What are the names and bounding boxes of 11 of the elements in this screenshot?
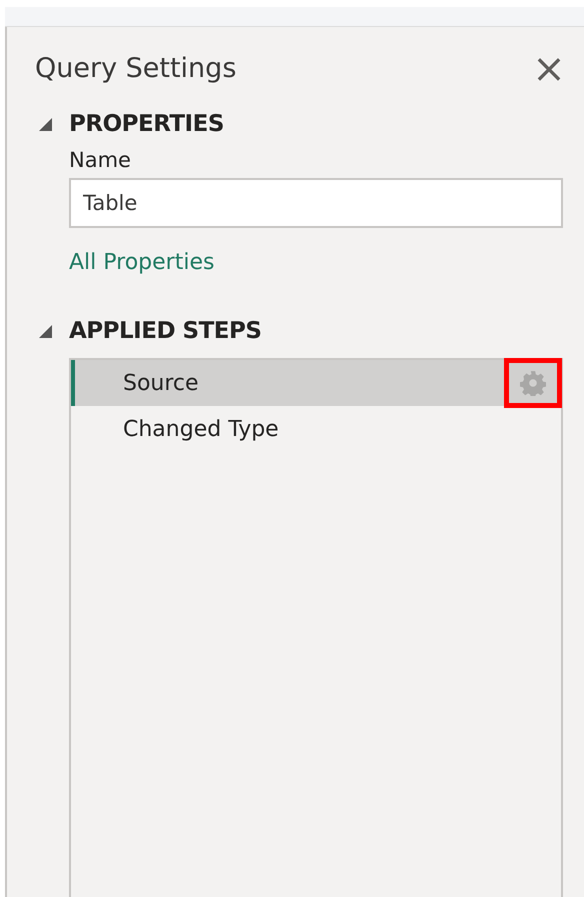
panel-title: Query Settings [35,53,236,84]
step-item[interactable]: Source [71,360,561,406]
name-input[interactable]: Table [69,178,563,228]
section-heading: APPLIED STEPS [69,318,262,344]
step-item[interactable]: Changed Type [71,406,561,452]
all-properties-link[interactable]: All Properties [69,250,214,275]
name-label: Name [69,148,132,172]
collapse-triangle-icon[interactable] [37,323,53,339]
collapse-triangle-icon[interactable] [37,116,53,132]
section-heading: PROPERTIES [69,111,224,137]
close-button[interactable]: × [534,54,564,84]
